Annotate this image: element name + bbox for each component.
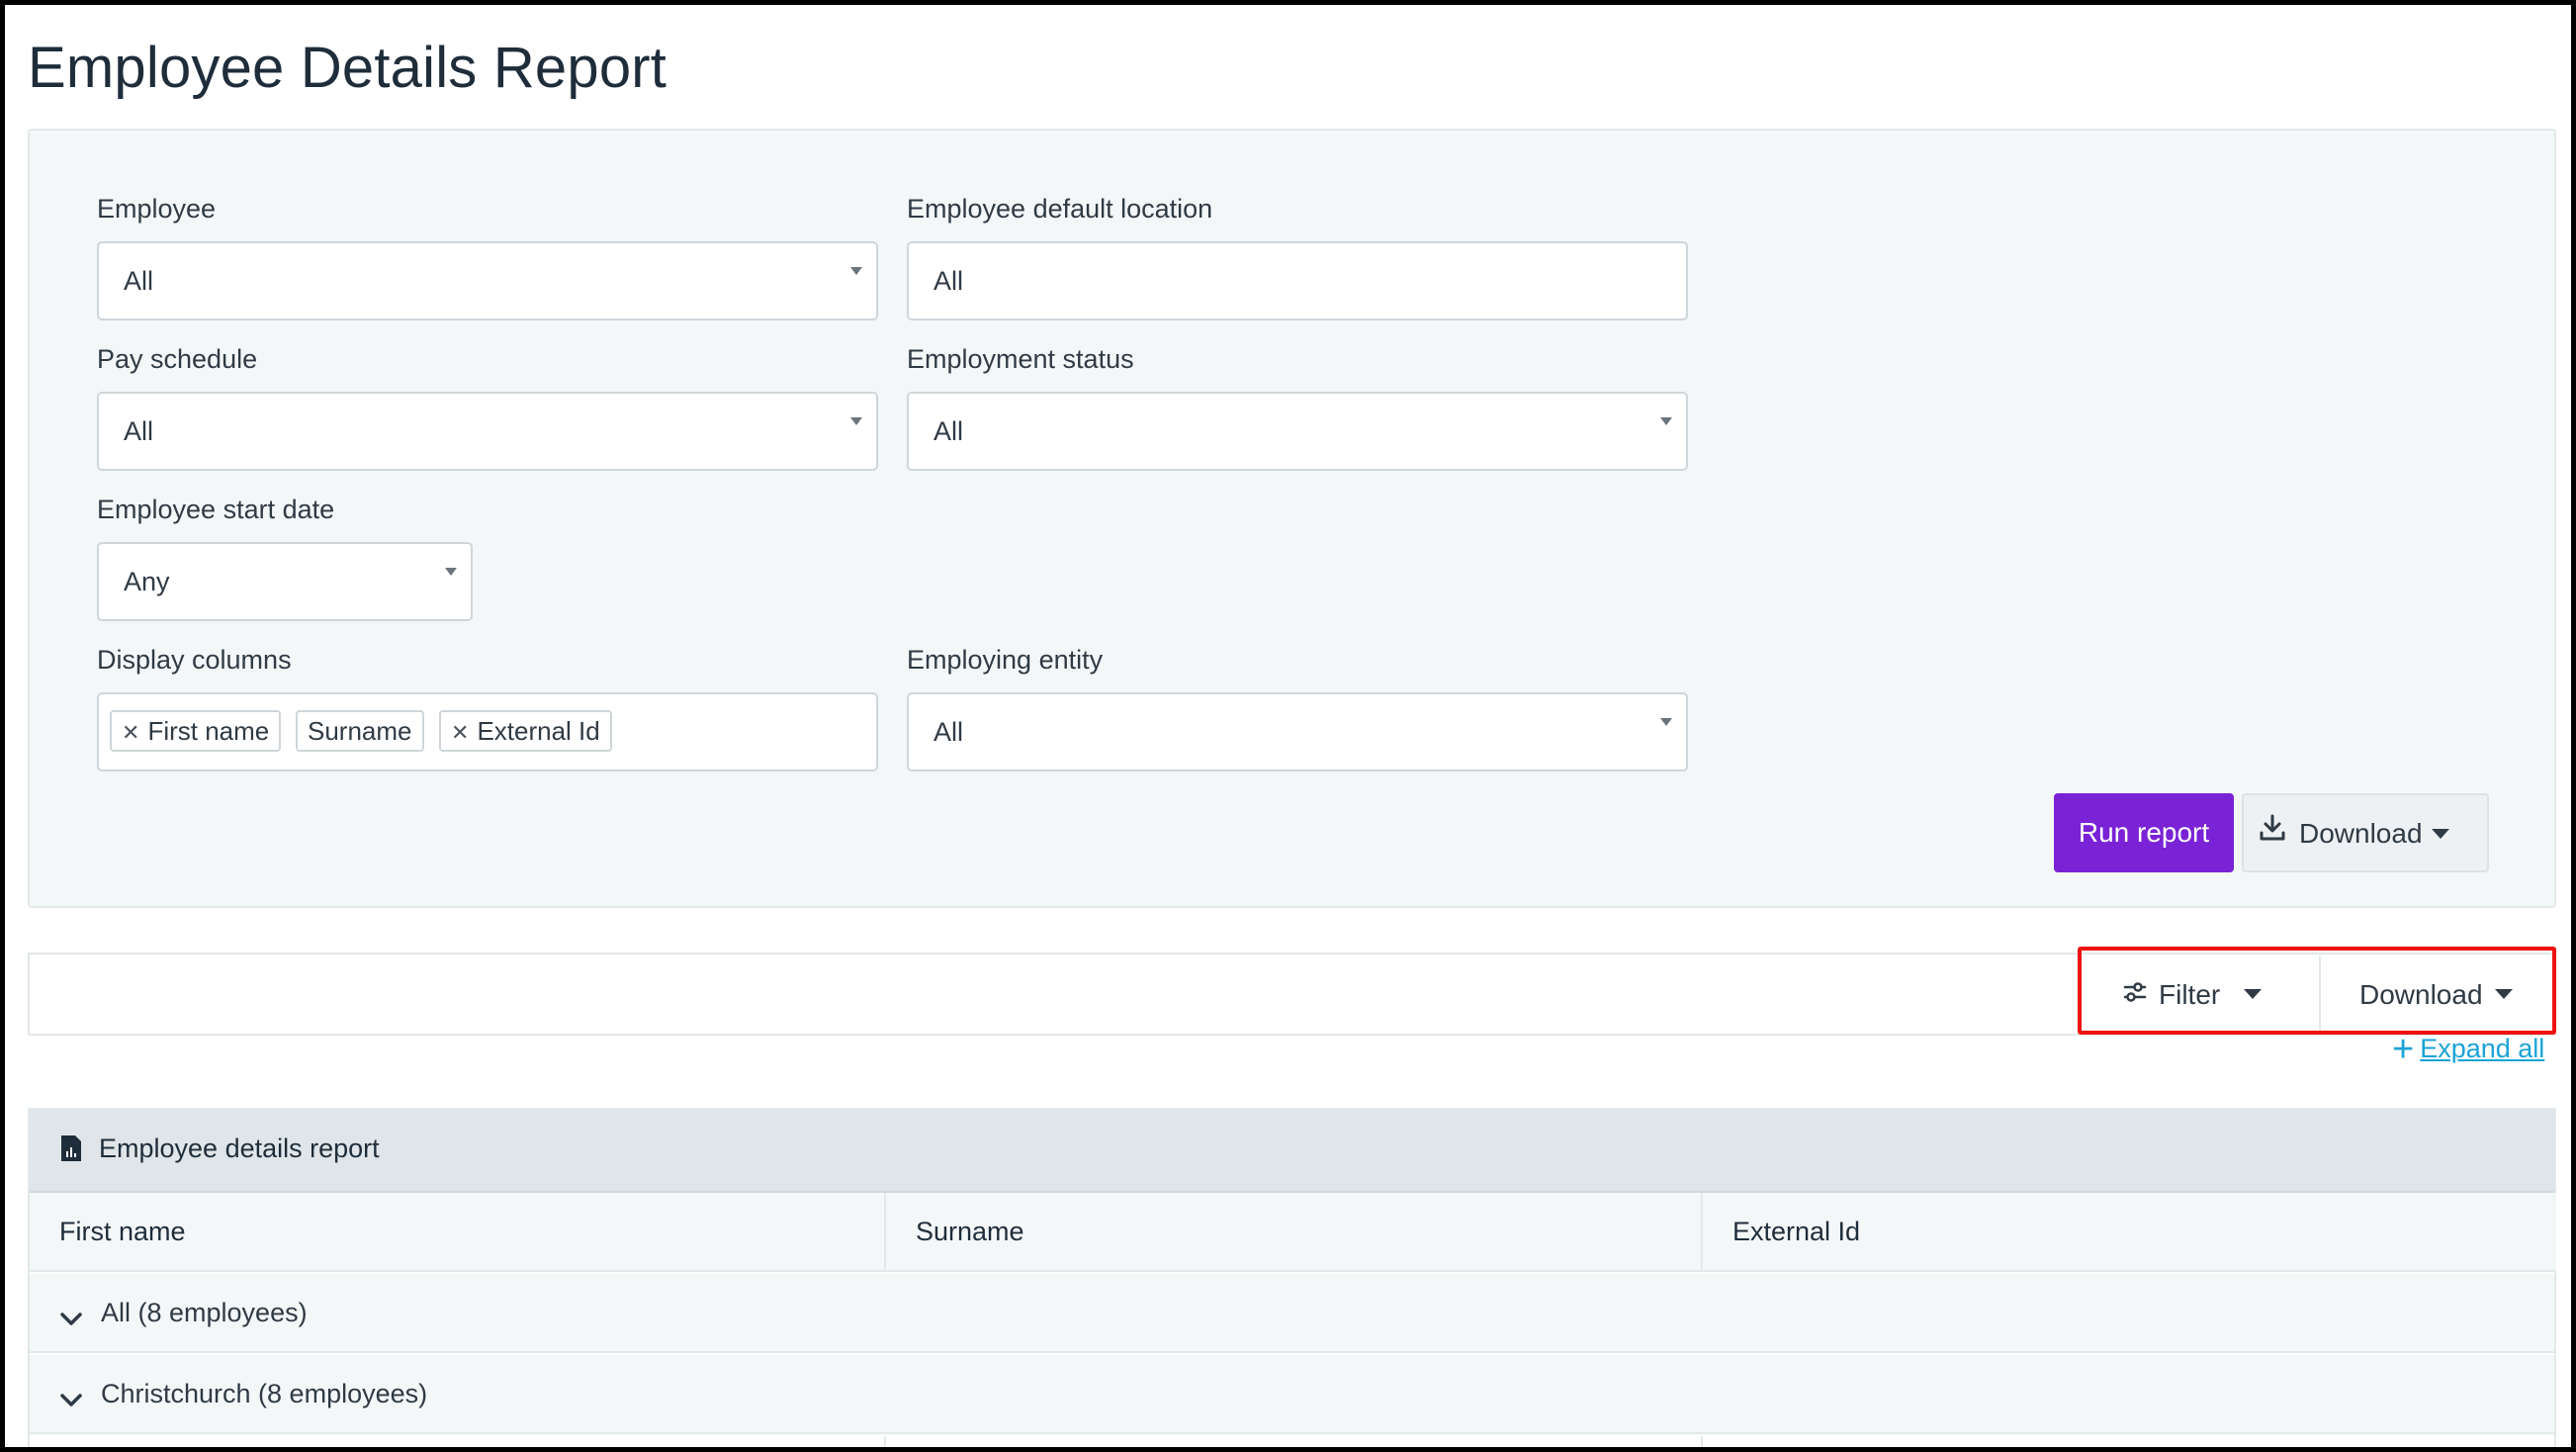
default-location-input[interactable]: All — [907, 241, 1688, 320]
column-header-external-id[interactable]: External Id — [1703, 1193, 2556, 1272]
chevron-down-icon[interactable] — [59, 1304, 83, 1334]
chevron-down-icon[interactable] — [59, 1385, 83, 1415]
page-title: Employee Details Report — [28, 36, 667, 100]
employing-entity-select[interactable]: All — [907, 692, 1688, 771]
report-table: Employee details report First name Surna… — [28, 1108, 2556, 1447]
group-row-christchurch[interactable]: Christchurch (8 employees) — [30, 1355, 2554, 1434]
chevron-down-icon — [850, 417, 862, 425]
default-location-value: All — [933, 266, 964, 296]
run-report-button[interactable]: Run report — [2054, 793, 2234, 872]
column-tag-external-id[interactable]: ✕ External Id — [439, 710, 612, 752]
employment-status-value: All — [933, 416, 964, 446]
employee-select[interactable]: All — [97, 241, 878, 320]
chevron-down-icon — [850, 267, 862, 275]
download-button-label: Download — [2299, 818, 2423, 849]
display-columns-label: Display columns — [97, 645, 292, 675]
employee-label: Employee — [97, 194, 217, 224]
report-title: Employee details report — [99, 1134, 380, 1163]
report-header: Employee details report — [30, 1110, 2554, 1193]
chevron-down-icon — [1660, 417, 1672, 425]
report-document-icon — [59, 1134, 83, 1168]
chevron-down-icon — [445, 568, 457, 576]
plus-icon: + — [2392, 1029, 2415, 1070]
expand-all-link[interactable]: + Expand all — [2392, 1029, 2544, 1073]
column-divider — [1701, 1436, 1703, 1447]
display-columns-multiselect[interactable]: ✕ First name Surname ✕ External Id — [97, 692, 878, 771]
column-divider — [884, 1436, 886, 1447]
pay-schedule-select[interactable]: All — [97, 392, 878, 471]
pay-schedule-label: Pay schedule — [97, 344, 258, 374]
employee-select-value: All — [124, 266, 154, 296]
group-label: All (8 employees) — [101, 1298, 308, 1327]
caret-down-icon — [2432, 829, 2449, 839]
download-button[interactable]: Download — [2242, 793, 2489, 872]
remove-tag-icon[interactable]: ✕ — [451, 720, 469, 745]
column-header-surname[interactable]: Surname — [886, 1193, 1701, 1272]
column-tag-first-name[interactable]: ✕ First name — [110, 710, 282, 752]
filter-panel: Employee All Employee default location A… — [28, 129, 2556, 908]
employment-status-label: Employment status — [907, 344, 1134, 374]
column-tag-surname[interactable]: Surname — [296, 710, 424, 752]
annotation-highlight-box — [2078, 947, 2556, 1035]
chevron-down-icon — [1660, 718, 1672, 726]
column-header-first-name[interactable]: First name — [30, 1193, 884, 1272]
app-window: Employee Details Report Employee All Emp… — [0, 0, 2576, 1452]
employment-status-select[interactable]: All — [907, 392, 1688, 471]
remove-tag-icon[interactable]: ✕ — [122, 720, 139, 745]
start-date-select[interactable]: Any — [97, 542, 473, 621]
employing-entity-value: All — [933, 717, 964, 747]
group-label: Christchurch (8 employees) — [101, 1379, 428, 1408]
employing-entity-label: Employing entity — [907, 645, 1104, 675]
start-date-value: Any — [124, 567, 170, 596]
download-icon — [2258, 813, 2287, 850]
start-date-label: Employee start date — [97, 495, 335, 524]
pay-schedule-value: All — [124, 416, 154, 446]
default-location-label: Employee default location — [907, 194, 1213, 224]
group-row-all[interactable]: All (8 employees) — [30, 1274, 2554, 1353]
